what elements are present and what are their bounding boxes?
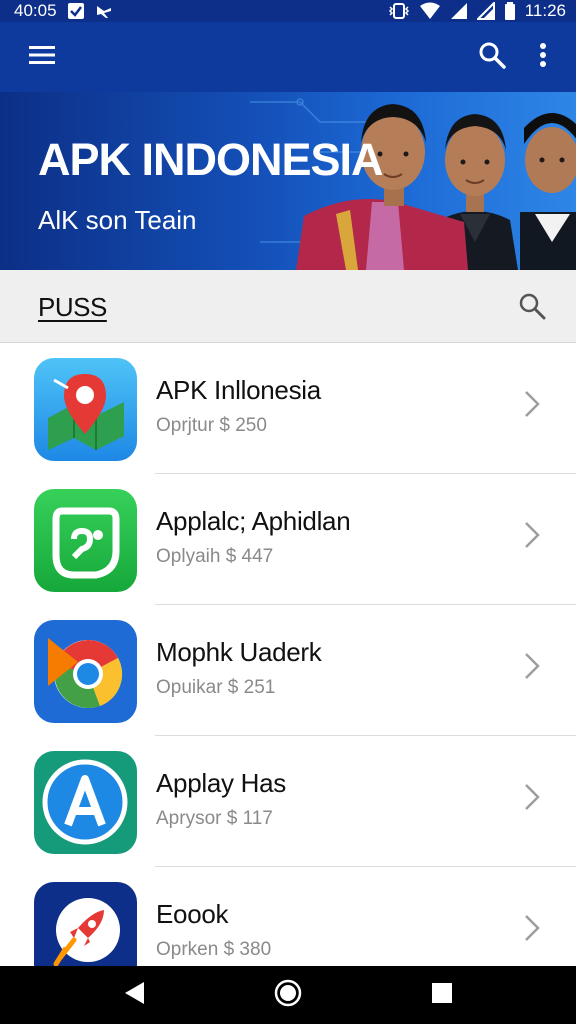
app-bar	[0, 22, 576, 92]
app-name: Applay Has	[156, 768, 286, 798]
chevron-right-icon	[520, 913, 544, 943]
banner-subtitle: AlK son Teain	[38, 205, 197, 235]
check-notification-icon	[67, 2, 85, 20]
app-meta: Aprysor $ 117	[156, 808, 273, 829]
app-meta: Oprjtur $ 250	[156, 415, 267, 436]
signal-icon	[450, 2, 468, 20]
back-button[interactable]	[116, 977, 152, 1013]
app-name: APK Inllonesia	[156, 375, 321, 405]
airplane-notification-icon	[95, 2, 113, 20]
wifi-icon	[419, 2, 441, 20]
recent-apps-square-icon	[431, 982, 453, 1009]
battery-icon	[504, 2, 516, 20]
search-icon	[518, 292, 546, 325]
more-vert-icon	[539, 42, 547, 73]
section-search-button[interactable]	[512, 288, 552, 328]
status-time-right: 11:26	[524, 1, 566, 20]
menu-button[interactable]	[22, 37, 62, 77]
chat-bubble-icon	[34, 489, 137, 592]
chevron-right-icon	[520, 520, 544, 550]
app-meta: Oprken $ 380	[156, 939, 272, 960]
app-meta: Opuikar $ 251	[156, 677, 276, 698]
list-item[interactable]: Mophk Uaderk Opuikar $ 251	[0, 605, 576, 736]
chevron-right-icon	[520, 651, 544, 681]
status-bar: 40:05 11:26	[0, 0, 576, 22]
app-name: Eoook	[156, 899, 229, 929]
vibrate-icon	[388, 2, 410, 20]
recent-apps-button[interactable]	[424, 977, 460, 1013]
app-bar-search-button[interactable]	[472, 37, 512, 77]
home-button[interactable]	[270, 977, 306, 1013]
browser-icon	[34, 620, 137, 723]
promo-banner[interactable]: APK INDONESIA AlK son Teain	[0, 92, 576, 270]
section-header: PUSS	[0, 270, 576, 343]
banner-title: APK INDONESIA	[38, 134, 384, 185]
status-time-left: 40:05	[14, 1, 57, 20]
app-name: Applalc; Aphidlan	[156, 506, 351, 536]
back-triangle-icon	[122, 980, 146, 1011]
signal-secondary-icon	[476, 2, 495, 20]
chevron-right-icon	[520, 782, 544, 812]
app-list: APK Inllonesia Oprjtur $ 250 Applalc; Ap…	[0, 343, 576, 998]
more-options-button[interactable]	[523, 37, 563, 77]
list-item[interactable]: Applay Has Aprysor $ 117	[0, 736, 576, 867]
menu-icon	[29, 45, 55, 70]
home-circle-icon	[274, 979, 302, 1012]
app-name: Mophk Uaderk	[156, 637, 322, 667]
app-meta: Oplyaih $ 447	[156, 546, 274, 567]
app-store-icon	[34, 751, 137, 854]
navigation-bar	[0, 966, 576, 1024]
list-item[interactable]: Applalc; Aphidlan Oplyaih $ 447	[0, 474, 576, 605]
screen: 40:05 11:26 APK INDONESIA AlK son Teain …	[0, 0, 576, 1024]
list-item[interactable]: APK Inllonesia Oprjtur $ 250	[0, 343, 576, 474]
section-title[interactable]: PUSS	[38, 292, 107, 323]
search-icon	[478, 41, 506, 74]
chevron-right-icon	[520, 389, 544, 419]
map-pin-icon	[34, 358, 137, 461]
